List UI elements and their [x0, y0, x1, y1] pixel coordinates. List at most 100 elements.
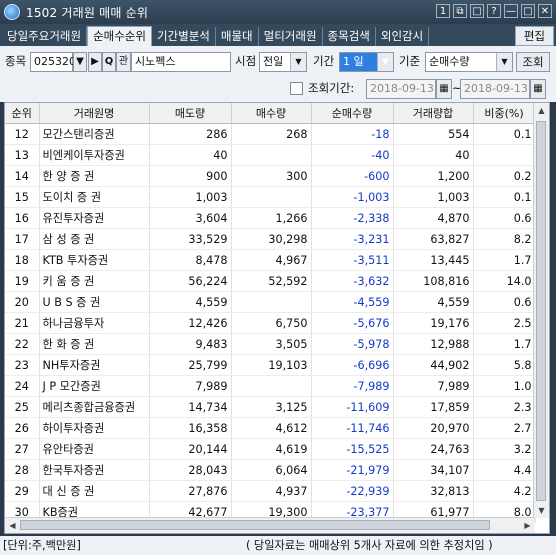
cell-net-buy-volume: -11,746: [311, 417, 394, 439]
table-header-row: 순위 거래원명 매도량 매수량 순매수량 거래량합 비중(%): [5, 103, 536, 124]
header-sell-volume[interactable]: 매도량: [149, 103, 232, 124]
cell-buy-volume: 6,064: [231, 459, 312, 481]
cell-net-buy-volume: -600: [311, 165, 394, 187]
calendar-icon[interactable]: ▦: [530, 79, 546, 99]
query-button[interactable]: 조회: [516, 52, 550, 72]
tab-period-analysis[interactable]: 기간별분석: [152, 27, 216, 46]
vertical-scroll-thumb[interactable]: [536, 121, 546, 501]
table-row[interactable]: 22 한 화 증 권 9,483 3,505 -5,978 12,988 1.7: [5, 333, 536, 355]
cell-rank: 24: [5, 375, 40, 397]
table-row[interactable]: 13 비엔케이투자증권 40 -40 40: [5, 144, 536, 166]
period-select[interactable]: 1 일 ▼: [339, 52, 394, 72]
cell-rank: 29: [5, 480, 40, 502]
tab-volume-profile[interactable]: 매물대: [216, 27, 259, 46]
header-total-volume[interactable]: 거래량합: [393, 103, 474, 124]
maximize-icon[interactable]: □: [521, 4, 535, 18]
calendar-icon[interactable]: ▦: [436, 79, 452, 99]
horizontal-scrollbar[interactable]: ◀ ▶: [5, 517, 535, 533]
tab-stock-search[interactable]: 종목검색: [323, 27, 376, 46]
tab-foreign-monitor[interactable]: 외인감시: [376, 27, 430, 46]
table-row[interactable]: 15 도이치 증 권 1,003 -1,003 1,003 0.1: [5, 186, 536, 208]
table-row[interactable]: 25 메리츠종합금융증권 14,734 3,125 -11,609 17,859 2.3: [5, 396, 536, 418]
cell-net-buy-volume: -5,978: [311, 333, 394, 355]
search-icon[interactable]: Q: [102, 52, 116, 72]
cell-sell-volume: 9,483: [149, 333, 232, 355]
tab-net-buy-ranking[interactable]: 순매수순위: [87, 26, 152, 46]
table-row[interactable]: 21 하나금융투자 12,426 6,750 -5,676 19,176 2.5: [5, 312, 536, 334]
cell-ratio: 0.6: [473, 291, 536, 313]
app-icon: [4, 4, 20, 20]
table-row[interactable]: 16 유진투자증권 3,604 1,266 -2,338 4,870 0.6: [5, 207, 536, 229]
status-bar: [단위:주,백만원] ( 당일자료는 매매상위 5개사 자료에 의한 추정치임 …: [0, 536, 556, 555]
table-row[interactable]: 27 유안타증권 20,144 4,619 -15,525 24,763 3.2: [5, 438, 536, 460]
minimize-icon[interactable]: —: [504, 4, 518, 18]
table-row[interactable]: 12 모간스탠리증권 286 268 -18 554 0.1: [5, 123, 536, 145]
cell-rank: 16: [5, 207, 40, 229]
period-label: 기간: [313, 54, 335, 68]
date-to-input[interactable]: 2018-09-13: [460, 79, 530, 99]
broker-ranking-grid: 순위 거래원명 매도량 매수량 순매수량 거래량합 비중(%) 12 모간스탠리증…: [4, 102, 550, 534]
scroll-right-icon[interactable]: ▶: [520, 518, 535, 533]
cell-ratio: 0.1: [473, 186, 536, 208]
table-row[interactable]: 20 U B S 증 권 4,559 -4,559 4,559 0.6: [5, 291, 536, 313]
vertical-scrollbar[interactable]: ▲ ▼: [533, 103, 549, 518]
criteria-select[interactable]: 순매수량 ▼: [425, 52, 513, 72]
next-stock-icon[interactable]: ▶: [88, 52, 102, 72]
time-select[interactable]: 전일 ▼: [259, 52, 307, 72]
query-period-checkbox[interactable]: [290, 82, 303, 95]
scroll-up-icon[interactable]: ▲: [534, 103, 549, 118]
table-row[interactable]: 14 한 양 증 권 900 300 -600 1,200 0.2: [5, 165, 536, 187]
scroll-left-icon[interactable]: ◀: [5, 518, 20, 533]
scroll-down-icon[interactable]: ▼: [534, 503, 549, 518]
header-ratio[interactable]: 비중(%): [473, 103, 536, 124]
table-row[interactable]: 23 NH투자증권 25,799 19,103 -6,696 44,902 5.8: [5, 354, 536, 376]
cell-broker-name: 키 움 증 권: [39, 270, 150, 292]
table-row[interactable]: 28 한국투자증권 28,043 6,064 -21,979 34,107 4.4: [5, 459, 536, 481]
cell-total-volume: 13,445: [393, 249, 474, 271]
cell-total-volume: 12,988: [393, 333, 474, 355]
unit-note: [단위:주,백만원]: [3, 539, 81, 552]
table-row[interactable]: 19 키 움 증 권 56,224 52,592 -3,632 108,816 14.0: [5, 270, 536, 292]
cell-buy-volume: [231, 291, 312, 313]
pin-icon[interactable]: □: [470, 4, 484, 18]
restore-window-icon[interactable]: ⧉: [453, 4, 467, 18]
cell-sell-volume: 8,478: [149, 249, 232, 271]
table-row[interactable]: 17 삼 성 증 권 33,529 30,298 -3,231 63,827 8.2: [5, 228, 536, 250]
cell-net-buy-volume: -15,525: [311, 438, 394, 460]
cell-sell-volume: 1,003: [149, 186, 232, 208]
close-icon[interactable]: ✕: [538, 4, 552, 18]
stock-code-dropdown-icon[interactable]: ▼: [73, 52, 87, 72]
help-icon[interactable]: ?: [487, 4, 501, 18]
cell-total-volume: 4,559: [393, 291, 474, 313]
header-broker-name[interactable]: 거래원명: [39, 103, 150, 124]
header-buy-volume[interactable]: 매수량: [231, 103, 312, 124]
table-row[interactable]: 26 하이투자증권 16,358 4,612 -11,746 20,970 2.7: [5, 417, 536, 439]
link-number-button[interactable]: 1: [436, 4, 450, 18]
cell-rank: 14: [5, 165, 40, 187]
cell-rank: 12: [5, 123, 40, 145]
cell-buy-volume: 4,619: [231, 438, 312, 460]
tab-daily-major-brokers[interactable]: 당일주요거래원: [2, 27, 88, 46]
header-rank[interactable]: 순위: [5, 103, 40, 124]
edit-button[interactable]: 편집: [514, 26, 554, 46]
cell-broker-name: 비엔케이투자증권: [39, 144, 150, 166]
cell-broker-name: 한 화 증 권: [39, 333, 150, 355]
cell-rank: 15: [5, 186, 40, 208]
date-from-input[interactable]: 2018-09-13: [366, 79, 436, 99]
cell-sell-volume: 27,876: [149, 480, 232, 502]
cell-ratio: 1.7: [473, 333, 536, 355]
table-row[interactable]: 24 J P 모간증권 7,989 -7,989 7,989 1.0: [5, 375, 536, 397]
header-net-buy-volume[interactable]: 순매수량: [311, 103, 394, 124]
table-row[interactable]: 18 KTB 투자증권 8,478 4,967 -3,511 13,445 1.7: [5, 249, 536, 271]
cell-ratio: 3.2: [473, 438, 536, 460]
cell-buy-volume: [231, 144, 312, 166]
table-row[interactable]: 29 대 신 증 권 27,876 4,937 -22,939 32,813 4.2: [5, 480, 536, 502]
cell-net-buy-volume: -21,979: [311, 459, 394, 481]
cell-net-buy-volume: -3,231: [311, 228, 394, 250]
stock-code-input[interactable]: 025320: [30, 52, 76, 72]
tab-multi-broker[interactable]: 멀티거래원: [259, 27, 323, 46]
cell-buy-volume: 30,298: [231, 228, 312, 250]
related-stock-button[interactable]: 관: [116, 52, 131, 72]
cell-rank: 17: [5, 228, 40, 250]
horizontal-scroll-thumb[interactable]: [20, 520, 490, 530]
